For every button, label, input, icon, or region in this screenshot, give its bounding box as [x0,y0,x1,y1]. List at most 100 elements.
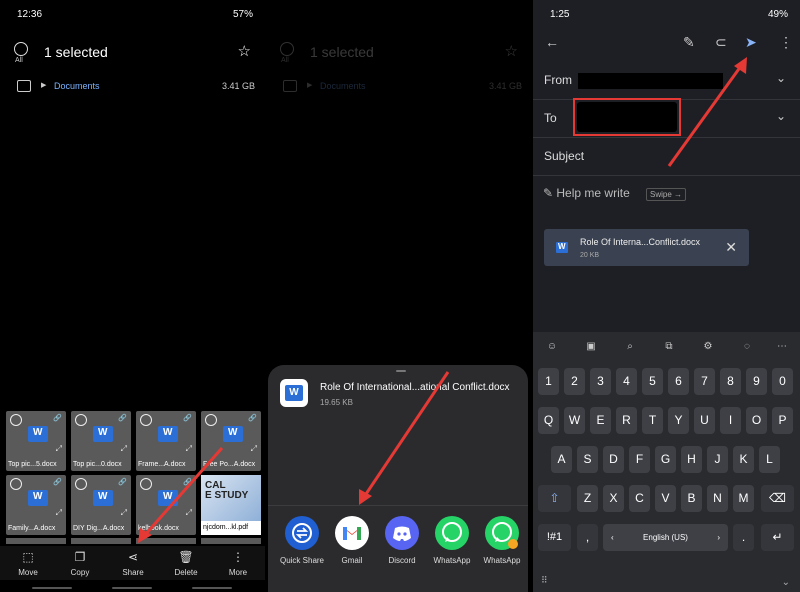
file-tile[interactable]: 🔗 ⤢ Free Po...A.docx [201,411,261,471]
drag-handle[interactable] [396,370,406,372]
breadcrumb-documents[interactable]: Documents [54,81,100,91]
send-icon[interactable]: ➤ [745,34,757,51]
key[interactable]: A [551,446,572,473]
file-tile[interactable]: 🔗 ⤢ kelbook.docx [136,475,196,535]
key[interactable]: M [733,485,754,512]
share-app-whatsapp-business[interactable]: WhatsApp [477,516,527,565]
key[interactable]: D [603,446,624,473]
select-checkbox[interactable] [140,478,152,490]
attach-icon[interactable]: ⊂ [715,34,727,51]
delete-button[interactable]: 🗑 Delete [166,550,206,577]
more-button[interactable]: ⋮ More [218,550,258,577]
search-icon[interactable]: ⌕ [621,338,639,356]
select-checkbox[interactable] [140,414,152,426]
key[interactable]: S [577,446,598,473]
share-app-discord[interactable]: Discord [377,516,427,565]
expand-icon[interactable]: ⤢ [121,444,127,454]
key[interactable]: J [707,446,728,473]
chevron-down-icon[interactable]: ⌄ [776,109,786,123]
key[interactable]: 4 [616,368,637,395]
comma-key[interactable]: , [577,524,598,551]
key[interactable]: 9 [746,368,767,395]
key[interactable]: R [616,407,637,434]
key[interactable]: 5 [642,368,663,395]
select-checkbox[interactable] [75,478,87,490]
key[interactable]: T [642,407,663,434]
select-checkbox[interactable] [75,414,87,426]
key[interactable]: 2 [564,368,585,395]
share-button[interactable]: ⋖ Share [113,550,153,577]
key[interactable]: Q [538,407,559,434]
copy-button[interactable]: ❐ Copy [60,550,100,577]
period-key[interactable]: . [733,524,754,551]
file-tile[interactable]: CAL E STUDY njcdom...kl.pdf [201,475,261,535]
key[interactable]: 1 [538,368,559,395]
more-vert-icon[interactable]: ⋮ [779,34,793,51]
keyboard-grid-icon[interactable]: ⠿ [541,575,548,586]
from-field[interactable]: From ⌄ [533,62,800,100]
key[interactable]: U [694,407,715,434]
file-tile[interactable]: 🔗 ⤢ Top pic...0.docx [71,411,131,471]
key[interactable]: Z [577,485,598,512]
key[interactable]: G [655,446,676,473]
file-tile[interactable]: 🔗 ⤢Family...A.docx [6,475,66,535]
share-app-whatsapp[interactable]: WhatsApp [427,516,477,565]
select-checkbox[interactable] [205,414,217,426]
symbols-key[interactable]: !#1 [538,524,571,551]
key[interactable]: 0 [772,368,793,395]
key[interactable]: O [746,407,767,434]
expand-icon[interactable]: ⤢ [56,444,62,454]
key[interactable]: E [590,407,611,434]
share-app-quick-share[interactable]: Quick Share [277,516,327,565]
close-icon[interactable]: ✕ [725,239,737,256]
key[interactable]: L [759,446,780,473]
back-arrow-icon[interactable]: ← [545,34,559,50]
star-icon[interactable]: ☆ [238,42,251,60]
key[interactable]: H [681,446,702,473]
select-checkbox[interactable] [10,478,22,490]
key[interactable]: V [655,485,676,512]
file-tile[interactable]: 🔗 ⤢Frame...A.docx [136,411,196,471]
shift-key[interactable]: ⇧ [538,485,571,512]
key[interactable]: C [629,485,650,512]
attachment-chip[interactable]: Role Of Interna...Conflict.docx 20 KB ✕ [544,229,749,266]
select-checkbox[interactable] [10,414,22,426]
clipboard-icon[interactable]: ▣ [582,338,600,356]
key[interactable]: 6 [668,368,689,395]
select-all-checkbox[interactable] [14,42,28,56]
expand-icon[interactable]: ⤢ [251,444,257,454]
file-tile[interactable]: 🔗 ⤢ Top pic...5.docx [6,411,66,471]
expand-icon[interactable]: ⤢ [186,444,192,454]
key[interactable]: 8 [720,368,741,395]
key[interactable]: X [603,485,624,512]
key[interactable]: K [733,446,754,473]
move-button[interactable]: ⬚ Move [8,550,48,577]
key[interactable]: B [681,485,702,512]
file-tile[interactable]: 🔗 ⤢ DIY Dig...A.docx [71,475,131,535]
help-me-write[interactable]: ✎ Help me write [543,186,630,200]
share-app-gmail[interactable]: Gmail [327,516,377,565]
key[interactable]: N [707,485,728,512]
key[interactable]: 7 [694,368,715,395]
home-icon[interactable] [17,80,31,92]
key[interactable]: 3 [590,368,611,395]
hide-keyboard-icon[interactable]: ⌄ [782,577,790,588]
expand-icon[interactable]: ⤢ [56,508,62,518]
backspace-key[interactable]: ⌫ [761,485,794,512]
ai-pen-icon[interactable]: ✎ [683,34,695,51]
key[interactable]: P [772,407,793,434]
key[interactable]: I [720,407,741,434]
expand-icon[interactable]: ⤢ [186,508,192,518]
enter-key[interactable]: ↵ [761,524,794,551]
expand-icon[interactable]: ⤢ [121,508,127,518]
emoji-icon[interactable]: ☺ [543,338,561,356]
subject-field[interactable]: Subject [533,138,800,176]
gear-icon[interactable]: ⚙ [699,338,717,356]
key[interactable]: F [629,446,650,473]
chevron-down-icon[interactable]: ⌄ [776,71,786,85]
translate-icon[interactable]: ⧉ [660,338,678,356]
key[interactable]: W [564,407,585,434]
more-horiz-icon[interactable]: ⋯ [773,338,791,356]
key[interactable]: Y [668,407,689,434]
ai-keyboard-icon[interactable]: ◌ [738,338,756,356]
